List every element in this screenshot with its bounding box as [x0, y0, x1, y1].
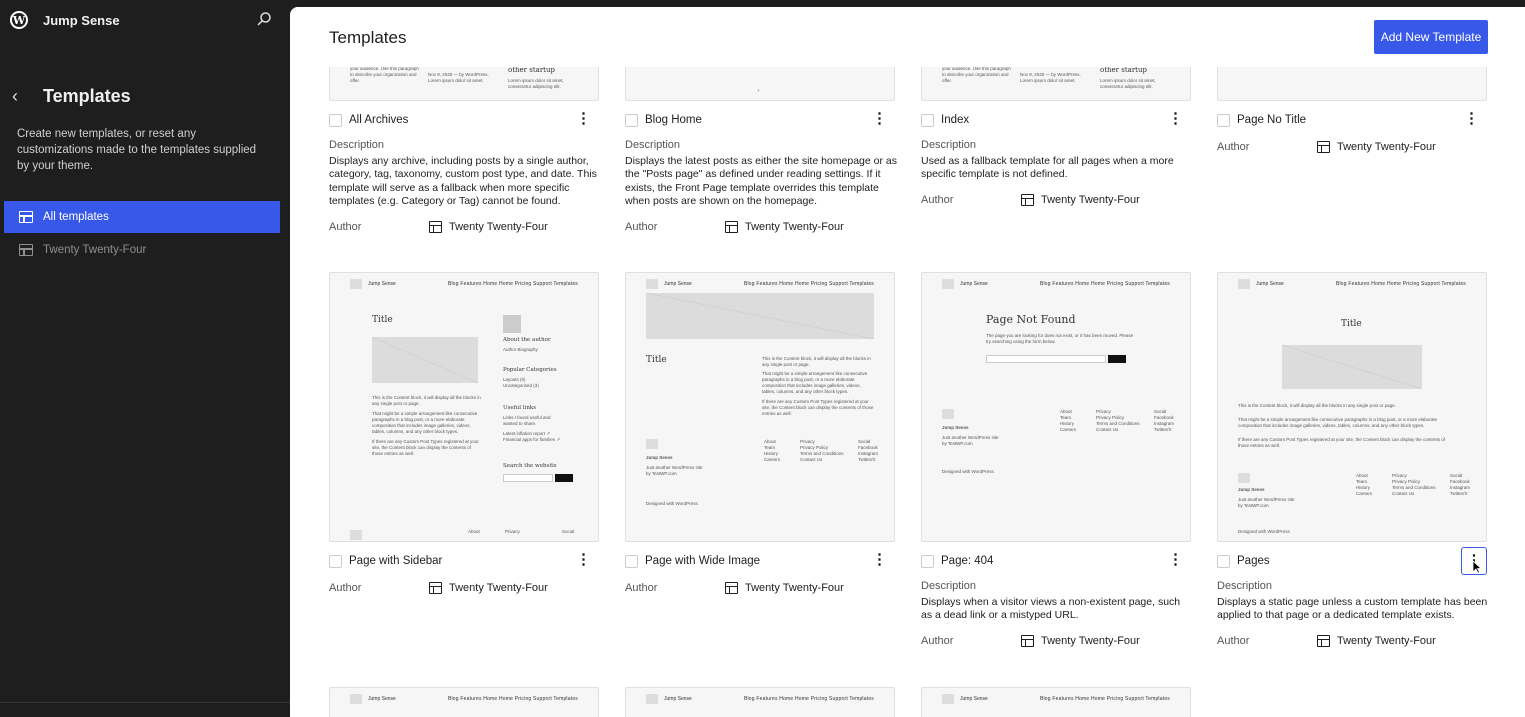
template-preview[interactable]: Jump Sense Blog Features Home Home Pricin…: [921, 272, 1191, 542]
more-actions-icon[interactable]: ⋮: [1168, 111, 1183, 126]
template-title[interactable]: Blog Home: [645, 114, 702, 126]
author-value: Twenty Twenty-Four: [725, 582, 844, 594]
image-placeholder: [1282, 345, 1422, 389]
template-title[interactable]: Page with Wide Image: [645, 555, 760, 567]
description-label: Description: [625, 139, 681, 151]
author-value: Twenty Twenty-Four: [1317, 635, 1436, 647]
template-title[interactable]: Page with Sidebar: [349, 555, 442, 567]
sidebar-item-label: Twenty Twenty-Four: [43, 244, 147, 256]
author-label: Author: [1217, 141, 1250, 153]
select-checkbox[interactable]: [1217, 554, 1230, 568]
description-label: Description: [329, 139, 385, 151]
layout-icon: [725, 221, 738, 233]
author-label: Author: [921, 194, 954, 206]
more-actions-icon[interactable]: ⋮: [1464, 111, 1479, 126]
sidebar-item-label: All templates: [43, 211, 109, 223]
author-value: Twenty Twenty-Four: [429, 221, 548, 233]
layout-icon: [1317, 141, 1330, 153]
image-placeholder: [372, 337, 478, 383]
sidebar-item-all-templates[interactable]: All templates: [4, 201, 280, 233]
template-title[interactable]: Page: 404: [941, 555, 993, 567]
select-checkbox[interactable]: [921, 554, 934, 568]
description-label: Description: [921, 139, 977, 151]
mouse-cursor-icon: [1472, 560, 1482, 574]
layout-icon: [725, 582, 738, 594]
sidebar: W Jump Sense ‹ Templates Create new temp…: [0, 0, 290, 717]
select-checkbox[interactable]: [329, 113, 342, 127]
select-checkbox[interactable]: [625, 554, 638, 568]
logo-placeholder: [1238, 279, 1250, 289]
template-description: Displays any archive, including posts by…: [329, 155, 597, 207]
template-preview[interactable]: Jump Sense Blog Features Home Home Pricin…: [329, 272, 599, 542]
template-description: Displays the latest posts as either the …: [625, 155, 897, 207]
sidebar-title: Templates: [43, 86, 131, 106]
template-title[interactable]: Page No Title: [1237, 114, 1306, 126]
logo-placeholder: [942, 279, 954, 289]
more-actions-icon[interactable]: ⋮: [1168, 552, 1183, 567]
logo-placeholder: [646, 279, 658, 289]
layout-icon: [1021, 635, 1034, 647]
logo-placeholder: [350, 279, 362, 289]
template-title[interactable]: Index: [941, 114, 969, 126]
template-title[interactable]: Pages: [1237, 555, 1270, 567]
description-label: Description: [921, 580, 977, 592]
select-checkbox[interactable]: [1217, 113, 1230, 127]
add-new-template-button[interactable]: Add New Template: [1374, 20, 1488, 54]
author-label: Author: [625, 221, 658, 233]
template-preview[interactable]: Jump Sense Blog Features Home Home Pricin…: [625, 272, 895, 542]
layout-icon: [429, 221, 442, 233]
template-preview[interactable]: Jump Sense Blog Features Home Home Pricin…: [1217, 272, 1487, 542]
description-label: Description: [1217, 580, 1273, 592]
more-actions-icon[interactable]: ⋮: [872, 111, 887, 126]
chevron-left-icon[interactable]: ‹: [12, 86, 34, 107]
author-label: Author: [1217, 635, 1250, 647]
site-name[interactable]: Jump Sense: [43, 13, 120, 28]
search-icon[interactable]: [256, 11, 272, 27]
more-actions-icon[interactable]: ⋮: [872, 552, 887, 567]
select-checkbox[interactable]: [329, 554, 342, 568]
page-header: Templates Add New Template: [290, 7, 1525, 67]
more-actions-icon[interactable]: ⋮: [576, 111, 591, 126]
wordpress-logo-icon[interactable]: W: [10, 11, 28, 29]
page-title: Templates: [329, 28, 407, 47]
author-value: Twenty Twenty-Four: [429, 582, 548, 594]
select-checkbox[interactable]: [625, 113, 638, 127]
avatar: [503, 315, 521, 333]
author-value: Twenty Twenty-Four: [1021, 635, 1140, 647]
template-description: Used as a fallback template for all page…: [921, 155, 1174, 181]
layout-icon: [1021, 194, 1034, 206]
author-value: Twenty Twenty-Four: [725, 221, 844, 233]
layout-icon: [19, 244, 33, 256]
select-checkbox[interactable]: [921, 113, 934, 127]
template-preview[interactable]: Jump Sense Blog Features Home Home Pricin…: [329, 687, 599, 717]
sidebar-divider: [0, 702, 290, 703]
author-label: Author: [921, 635, 954, 647]
sidebar-item-twenty-twenty-four[interactable]: Twenty Twenty-Four: [4, 234, 280, 266]
back-navigation: ‹ Templates: [12, 86, 131, 107]
template-description: Displays when a visitor views a non-exis…: [921, 596, 1181, 622]
template-title[interactable]: All Archives: [349, 114, 408, 126]
author-label: Author: [329, 582, 362, 594]
template-preview[interactable]: Jump Sense Blog Features Home Home Pricin…: [921, 687, 1191, 717]
template-description: Displays a static page unless a custom t…: [1217, 596, 1488, 622]
layout-icon: [429, 582, 442, 594]
site-header: W Jump Sense: [10, 9, 280, 31]
image-placeholder: [646, 293, 874, 339]
main-content: Templates Add New Template your audience…: [290, 7, 1525, 717]
more-actions-icon[interactable]: ⋮: [576, 552, 591, 567]
layout-icon: [19, 211, 33, 223]
author-value: Twenty Twenty-Four: [1317, 141, 1436, 153]
author-label: Author: [625, 582, 658, 594]
author-value: Twenty Twenty-Four: [1021, 194, 1140, 206]
author-label: Author: [329, 221, 362, 233]
sidebar-description: Create new templates, or reset any custo…: [17, 128, 257, 172]
template-preview[interactable]: Jump Sense Blog Features Home Home Pricin…: [625, 687, 895, 717]
layout-icon: [1317, 635, 1330, 647]
